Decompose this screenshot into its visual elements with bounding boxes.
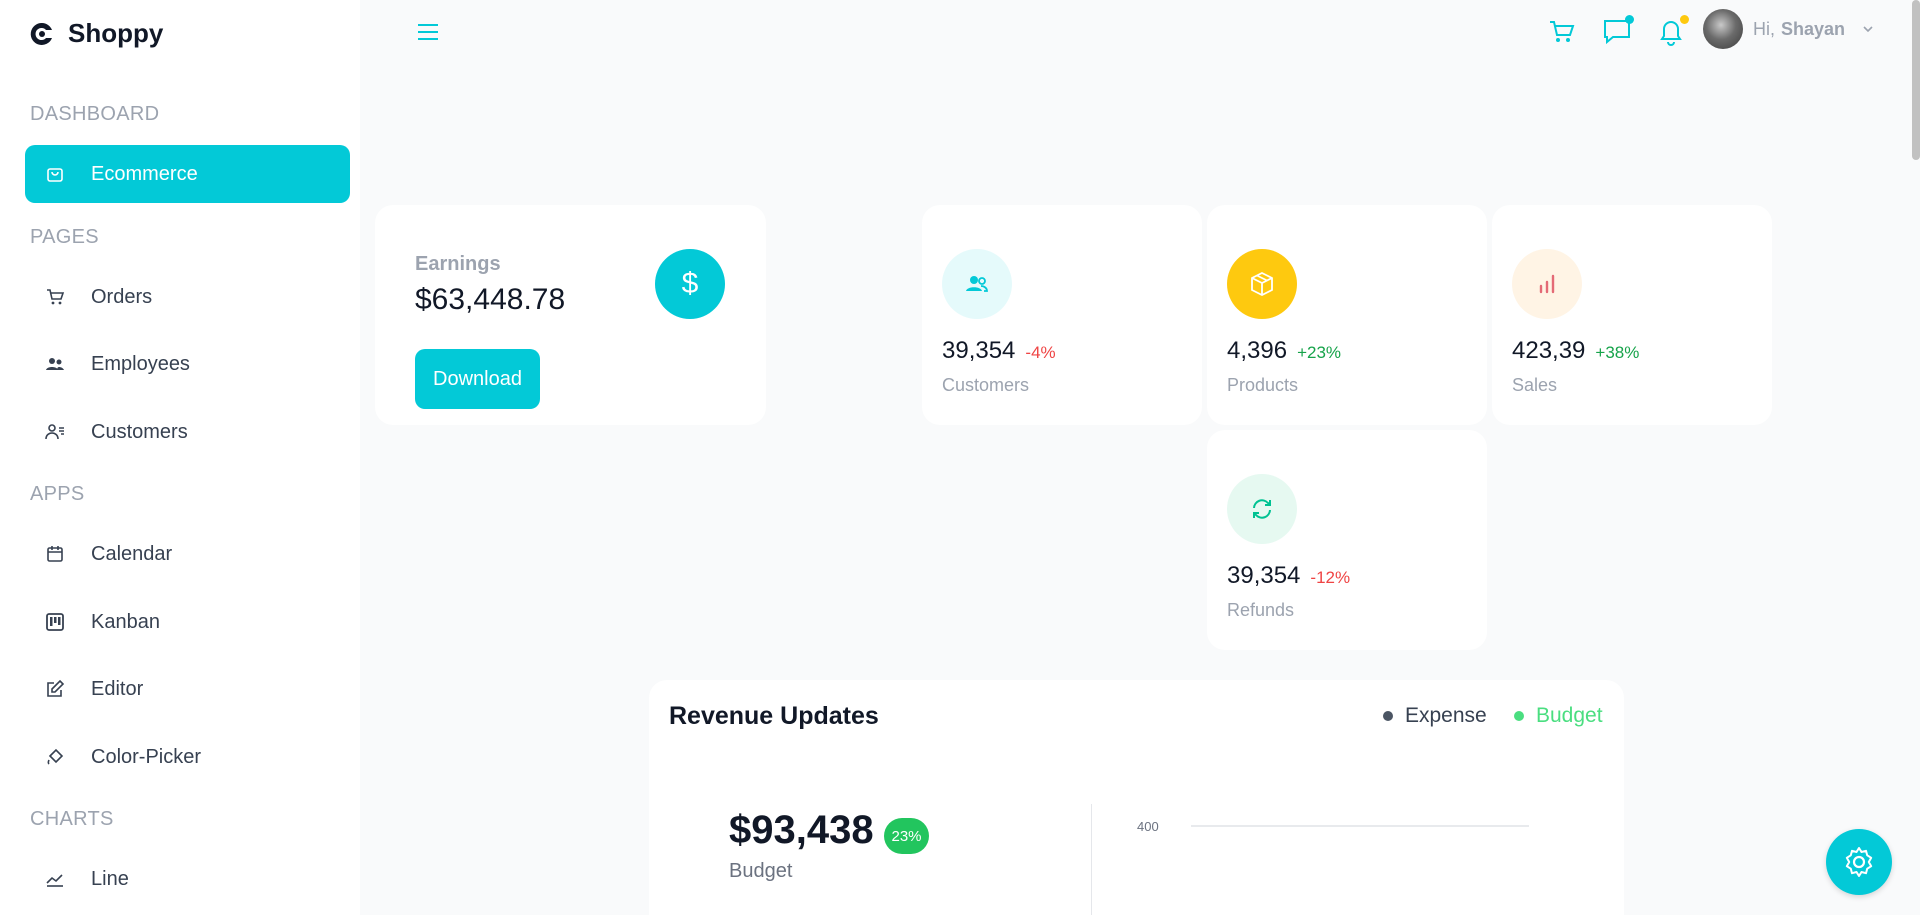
stat-value: 39,354 — [942, 337, 1016, 364]
cart-icon — [47, 289, 65, 305]
budget-badge: 23% — [884, 818, 929, 854]
customers-icon — [966, 276, 988, 292]
line-chart-icon — [46, 874, 63, 887]
sidebar-item-orders[interactable]: Orders — [25, 268, 350, 326]
user-profile[interactable]: Hi, Shayan — [1703, 9, 1875, 49]
color-picker-icon — [47, 748, 64, 765]
sidebar-item-calendar[interactable]: Calendar — [25, 525, 350, 583]
legend-expense: Expense — [1383, 704, 1487, 728]
sidebar-item-label: Calendar — [91, 542, 173, 565]
chat-notification-dot — [1625, 15, 1634, 24]
dollar-icon[interactable]: $ — [655, 249, 725, 319]
shopping-bag-icon — [47, 168, 63, 182]
sidebar-item-customers[interactable]: Customers — [25, 403, 350, 461]
sidebar-item-label: Editor — [91, 677, 144, 700]
sidebar-item-kanban[interactable]: Kanban — [25, 593, 350, 651]
stat-label: Sales — [1512, 375, 1558, 395]
earnings-card: Earnings $63,448.78 $ Download — [375, 205, 766, 425]
stat-change: -12% — [1310, 568, 1351, 587]
scrollbar[interactable] — [1912, 0, 1920, 160]
cart-icon[interactable] — [1545, 14, 1579, 48]
sidebar-item-editor[interactable]: Editor — [25, 660, 350, 718]
sidebar-item-ecommerce[interactable]: Ecommerce — [25, 145, 350, 203]
bar-chart-icon — [1539, 274, 1555, 294]
stat-card-sales: 423,39 +38% Sales — [1492, 205, 1772, 425]
logo[interactable]: Shoppy — [28, 18, 163, 49]
sidebar-item-color-picker[interactable]: Color-Picker — [25, 728, 350, 786]
refunds-icon-button[interactable] — [1227, 474, 1297, 544]
stat-label: Refunds — [1227, 600, 1295, 620]
section-pages: PAGES — [30, 226, 99, 248]
budget-label: Budget — [729, 860, 793, 882]
revenue-title: Revenue Updates — [669, 702, 879, 730]
section-charts: CHARTS — [30, 808, 114, 830]
greeting: Hi, — [1753, 18, 1775, 39]
stat-change: +23% — [1297, 343, 1342, 362]
logo-icon — [30, 22, 52, 45]
sidebar: Shoppy DASHBOARD Ecommerce PAGES Orders … — [0, 0, 360, 915]
stat-card-products: 4,396 +23% Products — [1207, 205, 1487, 425]
legend-budget: Budget — [1514, 704, 1603, 728]
legend-dot — [1514, 711, 1524, 721]
stat-change: +38% — [1595, 343, 1640, 362]
stat-value: 39,354 — [1227, 562, 1301, 589]
calendar-icon — [47, 546, 63, 562]
revenue-card: Revenue Updates Expense Budget $93,438 2… — [649, 680, 1624, 915]
box-icon — [1251, 271, 1273, 297]
legend-label: Expense — [1405, 704, 1487, 727]
legend-label: Budget — [1536, 704, 1603, 727]
stat-label: Products — [1227, 375, 1299, 395]
products-icon-button[interactable] — [1227, 249, 1297, 319]
customers-icon-button[interactable] — [942, 249, 1012, 319]
customers-icon — [45, 424, 64, 440]
section-apps: APPS — [30, 483, 85, 505]
sidebar-item-label: Color-Picker — [91, 745, 202, 768]
settings-button[interactable] — [1826, 829, 1892, 895]
edit-icon — [47, 679, 65, 697]
stat-card-customers: 39,354 -4% Customers — [922, 205, 1202, 425]
download-button[interactable]: Download — [415, 349, 540, 409]
app-name: Shoppy — [68, 18, 164, 48]
stat-change: -4% — [1025, 343, 1056, 362]
menu-icon[interactable] — [414, 18, 442, 46]
stat-card-refunds: 39,354 -12% Refunds — [1207, 430, 1487, 650]
stat-value: 423,39 — [1512, 337, 1586, 364]
y-tick-label: 400 — [1137, 819, 1159, 834]
sidebar-item-label: Customers — [91, 420, 188, 443]
username: Shayan — [1781, 18, 1846, 39]
refresh-icon — [1253, 499, 1271, 519]
sidebar-item-label: Line — [91, 867, 129, 890]
sales-icon-button[interactable] — [1512, 249, 1582, 319]
employees-icon — [46, 358, 64, 370]
earnings-value: $63,448.78 — [415, 283, 566, 316]
gear-icon — [1845, 847, 1873, 877]
sidebar-item-employees[interactable]: Employees — [25, 335, 350, 393]
chevron-down-icon — [1863, 26, 1873, 33]
avatar — [1703, 9, 1743, 49]
revenue-chart: 400 300 — [1137, 819, 1529, 834]
earnings-label: Earnings — [415, 253, 501, 275]
sidebar-item-label: Ecommerce — [91, 162, 198, 185]
divider — [1091, 804, 1092, 915]
sidebar-item-label: Kanban — [91, 610, 160, 633]
bell-notification-dot — [1680, 15, 1689, 24]
stat-label: Customers — [942, 375, 1030, 395]
budget-value: $93,438 — [729, 808, 874, 852]
sidebar-item-label: Orders — [91, 285, 153, 308]
stat-value: 4,396 — [1227, 337, 1288, 364]
legend-dot — [1383, 711, 1393, 721]
sidebar-item-label: Employees — [91, 352, 190, 375]
sidebar-item-line[interactable]: Line — [25, 850, 350, 908]
section-dashboard: DASHBOARD — [30, 103, 160, 125]
kanban-icon — [46, 613, 64, 631]
